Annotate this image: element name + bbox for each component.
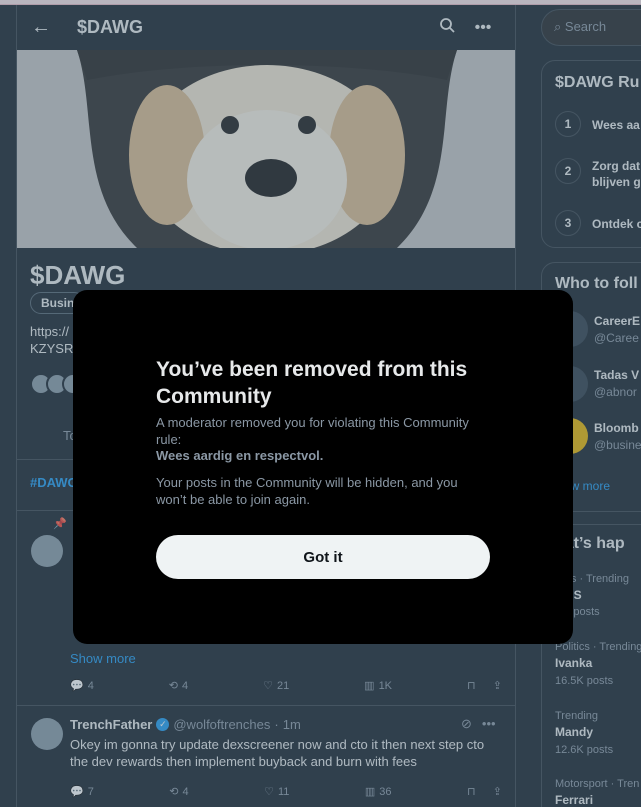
violated-rule: Wees aardig en respectvol.: [156, 448, 324, 463]
got-it-button[interactable]: Got it: [156, 535, 490, 579]
dialog-title: You’ve been removed from this Community: [156, 358, 468, 408]
dialog-info-text: Your posts in the Community will be hidd…: [156, 475, 458, 507]
dialog-reason-text: A moderator removed you for violating th…: [156, 415, 469, 447]
removed-from-community-dialog: You’ve been removed from this Community …: [73, 290, 573, 644]
